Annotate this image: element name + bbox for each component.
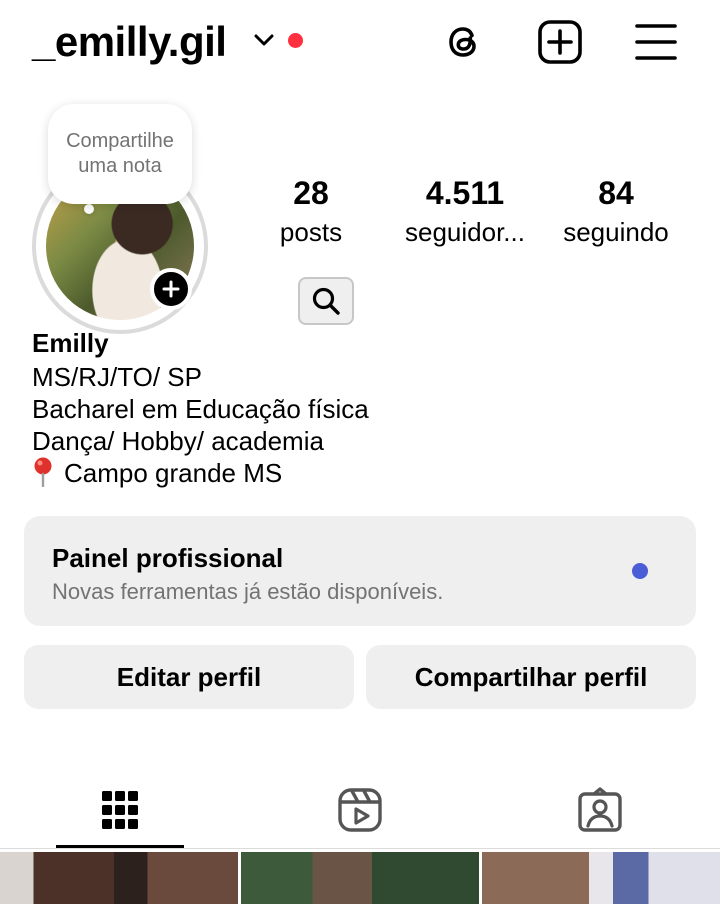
tab-tagged[interactable] [480, 772, 720, 848]
notification-dot [288, 33, 303, 48]
tagged-user-icon [578, 787, 622, 832]
bio-location-text: Campo grande MS [64, 458, 283, 488]
edit-profile-button[interactable]: Editar perfil [24, 645, 354, 709]
professional-dashboard-card[interactable]: Painel profissional Novas ferramentas já… [24, 516, 696, 626]
following-count: 84 [598, 175, 634, 211]
note-bubble-tail [84, 204, 94, 214]
followers-count: 4.511 [425, 175, 505, 211]
new-indicator-dot [632, 563, 648, 579]
following-label: seguindo [563, 217, 669, 247]
menu-icon[interactable] [633, 19, 679, 65]
stat-followers[interactable]: 4.511 seguidor... [392, 172, 538, 250]
new-post-icon[interactable] [537, 19, 583, 65]
reels-icon [338, 788, 382, 832]
share-profile-button[interactable]: Compartilhar perfil [366, 645, 696, 709]
post-thumbnail[interactable] [482, 852, 720, 904]
plus-icon [162, 280, 180, 298]
add-story-button[interactable] [150, 268, 192, 310]
chevron-down-icon[interactable] [252, 30, 276, 50]
panel-subtitle: Novas ferramentas já estão disponíveis. [52, 579, 444, 604]
profile-header: _emilly.gil [0, 0, 720, 88]
share-note-bubble[interactable]: Compartilhe uma nota [48, 104, 192, 204]
post-thumbnail[interactable] [241, 852, 479, 904]
bio-line: Bacharel em Educação física [32, 394, 369, 424]
location-pin-icon [34, 457, 52, 487]
post-thumbnail[interactable] [0, 852, 238, 904]
bio-line: MS/RJ/TO/ SP [32, 362, 202, 392]
panel-title: Painel profissional [52, 543, 284, 573]
threads-icon[interactable] [441, 19, 487, 65]
search-button[interactable] [298, 277, 354, 325]
posts-label: posts [279, 217, 343, 247]
username-switcher[interactable]: _emilly.gil [32, 16, 227, 68]
grid-icon [102, 791, 138, 829]
bio-line: Dança/ Hobby/ academia [32, 426, 324, 456]
tab-reels[interactable] [240, 772, 480, 848]
tab-posts-grid[interactable] [0, 772, 240, 848]
stat-posts[interactable]: 28 posts [262, 172, 360, 250]
bio-location-line: Campo grande MS [32, 457, 282, 489]
followers-label: seguidor... [405, 217, 525, 247]
posts-count: 28 [293, 175, 329, 211]
tabs-divider [0, 848, 720, 849]
profile-name: Emilly [32, 328, 109, 358]
search-icon [312, 287, 340, 315]
stat-following[interactable]: 84 seguindo [552, 172, 680, 250]
